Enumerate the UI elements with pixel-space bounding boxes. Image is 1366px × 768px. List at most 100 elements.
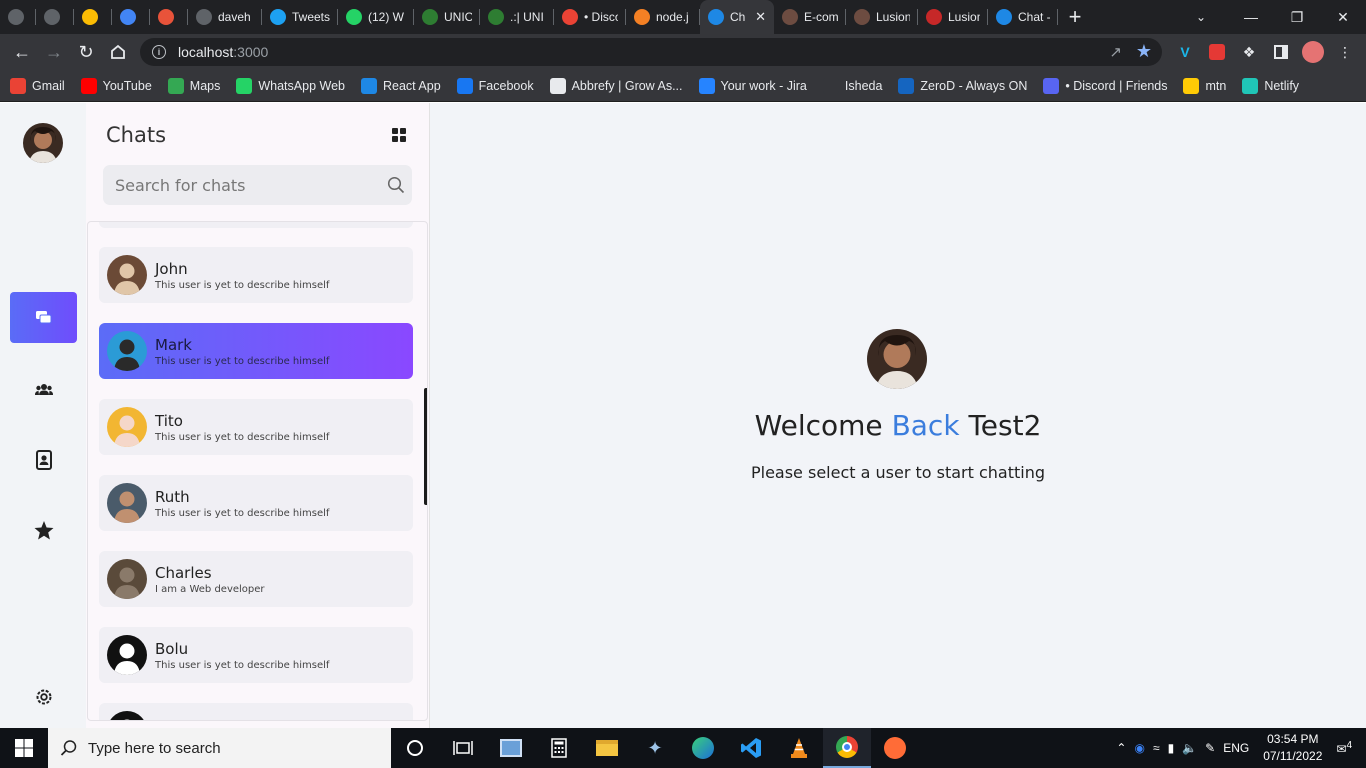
nav-settings[interactable] bbox=[10, 671, 77, 722]
task-view-icon[interactable] bbox=[439, 728, 487, 768]
grid-menu-icon[interactable] bbox=[392, 128, 406, 142]
chat-item-partial[interactable] bbox=[99, 703, 413, 720]
chat-item-text: Mark This user is yet to describe himself bbox=[155, 336, 329, 367]
close-window-icon[interactable]: ✕ bbox=[1320, 0, 1366, 34]
browser-tab[interactable]: .:| UNI bbox=[480, 0, 554, 34]
notifications-icon[interactable]: ✉4 bbox=[1332, 740, 1366, 756]
chat-list-scrollbar[interactable] bbox=[424, 388, 427, 505]
wifi-icon[interactable]: ≈ bbox=[1149, 741, 1164, 755]
puzzle-extensions-icon[interactable]: ❖ bbox=[1236, 39, 1262, 65]
windows-taskbar: Type here to search ✦ ⌃ ◉ ≈ ▮ 🔈 ✎ ENG 03… bbox=[0, 728, 1366, 768]
vlc-icon[interactable] bbox=[775, 728, 823, 768]
vscode-icon[interactable] bbox=[727, 728, 775, 768]
taskbar-search[interactable]: Type here to search bbox=[48, 728, 391, 768]
bookmark-item[interactable]: YouTube bbox=[80, 77, 152, 94]
back-arrow-icon[interactable]: ← bbox=[6, 36, 38, 68]
bookmark-item[interactable]: React App bbox=[360, 77, 441, 94]
vimeo-extension-icon[interactable]: V bbox=[1172, 39, 1198, 65]
volume-icon[interactable]: 🔈 bbox=[1178, 741, 1201, 755]
tray-app-icon[interactable]: ◉ bbox=[1130, 741, 1148, 755]
chat-search-input[interactable] bbox=[103, 165, 380, 205]
browser-tab[interactable] bbox=[150, 0, 188, 34]
postman-icon[interactable] bbox=[871, 728, 919, 768]
browser-tab[interactable]: UNIOS bbox=[414, 0, 480, 34]
cortana-icon[interactable] bbox=[391, 728, 439, 768]
bookmark-item[interactable]: mtn bbox=[1183, 77, 1226, 94]
bookmark-item[interactable]: Netlify bbox=[1242, 77, 1299, 94]
new-tab-icon[interactable]: + bbox=[1058, 0, 1092, 34]
nav-contacts[interactable] bbox=[10, 434, 77, 485]
tab-favicon-icon bbox=[422, 9, 438, 25]
forward-arrow-icon[interactable]: → bbox=[38, 36, 70, 68]
bookmark-item[interactable]: Gmail bbox=[10, 77, 65, 94]
chat-item-text: Charles I am a Web developer bbox=[155, 564, 265, 595]
minimize-icon[interactable]: — bbox=[1228, 0, 1274, 34]
nav-chats[interactable] bbox=[10, 292, 77, 343]
bookmark-favicon-icon bbox=[236, 77, 253, 94]
profile-avatar-icon[interactable] bbox=[1300, 39, 1326, 65]
browser-tab[interactable] bbox=[112, 0, 150, 34]
browser-tab[interactable]: Ch ✕ bbox=[700, 0, 774, 34]
browser-tab[interactable]: Chat - bbox=[988, 0, 1058, 34]
chrome-menu-icon[interactable]: ⋮ bbox=[1332, 39, 1358, 65]
browser-tab[interactable]: Lusion bbox=[918, 0, 988, 34]
chat-item-ruth[interactable]: Ruth This user is yet to describe himself bbox=[99, 475, 413, 531]
browser-tab[interactable]: E-com bbox=[774, 0, 846, 34]
browser-tab[interactable]: node.j bbox=[626, 0, 700, 34]
address-bar[interactable]: i localhost:3000 ↗ ★ bbox=[140, 38, 1162, 66]
chrome-taskbar-icon[interactable] bbox=[823, 728, 871, 768]
bookmark-star-icon[interactable]: ★ bbox=[1136, 41, 1152, 62]
share-icon[interactable]: ↗ bbox=[1109, 43, 1122, 61]
tab-close-icon[interactable]: ✕ bbox=[755, 9, 766, 25]
bookmark-item[interactable]: Maps bbox=[167, 77, 220, 94]
language-indicator[interactable]: ENG bbox=[1219, 741, 1253, 755]
bookmark-item[interactable]: ZeroD - Always ON bbox=[898, 77, 1027, 94]
reload-icon[interactable]: ↻ bbox=[70, 36, 102, 68]
game-controller-icon[interactable]: ✦ bbox=[631, 728, 679, 768]
bookmark-item[interactable]: Your work - Jira bbox=[698, 77, 807, 94]
chat-item-tito[interactable]: Tito This user is yet to describe himself bbox=[99, 399, 413, 455]
nav-favorites[interactable] bbox=[10, 505, 77, 556]
file-explorer-icon[interactable] bbox=[583, 728, 631, 768]
home-icon[interactable] bbox=[102, 36, 134, 68]
chat-item-partial[interactable] bbox=[99, 222, 413, 228]
my-avatar[interactable] bbox=[23, 123, 63, 163]
control-panel-icon[interactable] bbox=[487, 728, 535, 768]
site-info-icon[interactable]: i bbox=[152, 45, 166, 59]
pen-icon[interactable]: ✎ bbox=[1201, 741, 1219, 755]
battery-icon[interactable]: ▮ bbox=[1164, 741, 1179, 755]
tray-chevron-icon[interactable]: ⌃ bbox=[1112, 741, 1130, 755]
side-panel-icon[interactable] bbox=[1268, 39, 1294, 65]
browser-tab[interactable] bbox=[74, 0, 112, 34]
windows-start-icon[interactable] bbox=[0, 728, 48, 768]
chats-title: Chats bbox=[106, 123, 167, 147]
browser-tab[interactable]: Tweets bbox=[262, 0, 338, 34]
bookmark-item[interactable]: • Discord | Friends bbox=[1043, 77, 1167, 94]
chat-item-mark[interactable]: Mark This user is yet to describe himself bbox=[99, 323, 413, 379]
search-icon[interactable] bbox=[380, 176, 412, 194]
chat-item-bolu[interactable]: Bolu This user is yet to describe himself bbox=[99, 627, 413, 683]
browser-tab[interactable] bbox=[36, 0, 74, 34]
bookmark-item[interactable]: Isheda bbox=[822, 77, 882, 94]
edge-browser-icon[interactable] bbox=[679, 728, 727, 768]
nav-rail bbox=[0, 103, 86, 728]
browser-tab[interactable]: • Disco bbox=[554, 0, 626, 34]
contact-book-icon bbox=[35, 449, 52, 470]
calculator-icon[interactable] bbox=[535, 728, 583, 768]
nav-groups[interactable] bbox=[10, 363, 77, 414]
browser-tab[interactable] bbox=[0, 0, 36, 34]
chat-item-john[interactable]: John This user is yet to describe himself bbox=[99, 247, 413, 303]
restore-icon[interactable]: ❐ bbox=[1274, 0, 1320, 34]
bookmark-item[interactable]: WhatsApp Web bbox=[236, 77, 345, 94]
browser-tab[interactable]: Lusion bbox=[846, 0, 918, 34]
bookmark-item[interactable]: Abbrefy | Grow As... bbox=[549, 77, 683, 94]
chat-list[interactable]: John This user is yet to describe himself… bbox=[87, 221, 428, 721]
browser-tab[interactable]: (12) W bbox=[338, 0, 414, 34]
chat-bio: This user is yet to describe himself bbox=[155, 355, 330, 367]
extension-icon[interactable] bbox=[1204, 39, 1230, 65]
chat-item-charles[interactable]: Charles I am a Web developer bbox=[99, 551, 413, 607]
clock[interactable]: 03:54 PM 07/11/2022 bbox=[1253, 731, 1332, 765]
bookmark-item[interactable]: Facebook bbox=[456, 77, 534, 94]
browser-tab[interactable]: daveh bbox=[188, 0, 262, 34]
tab-search-icon[interactable]: ⌄ bbox=[1186, 0, 1216, 34]
